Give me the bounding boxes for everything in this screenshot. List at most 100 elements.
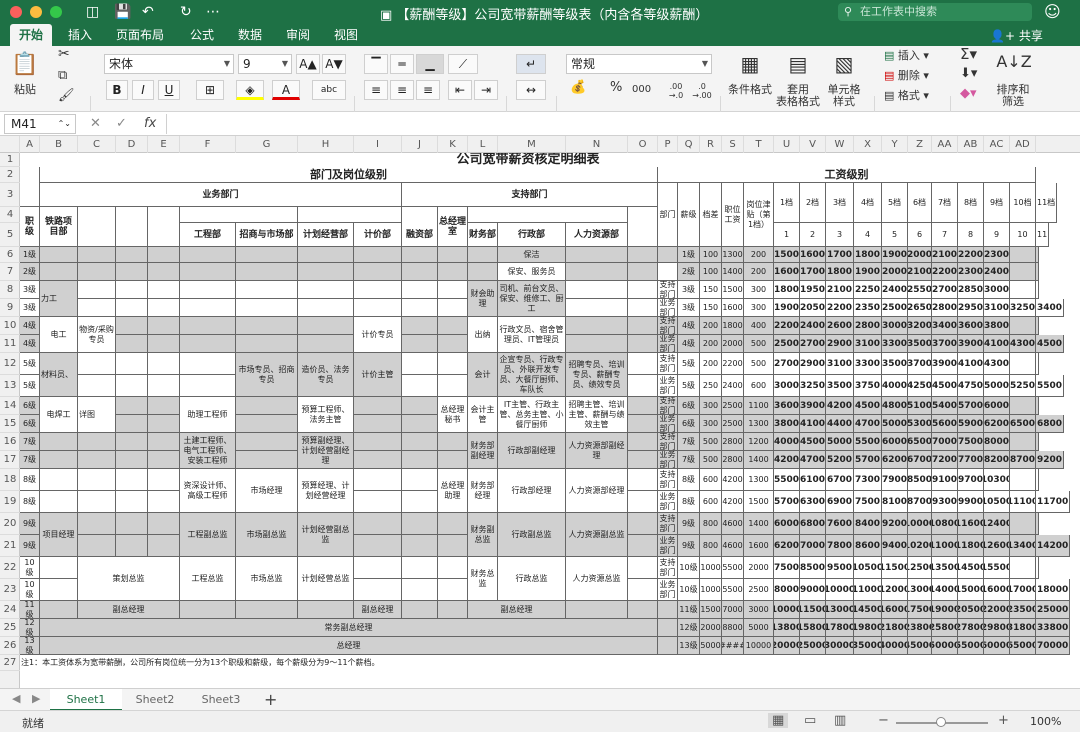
empty-cell[interactable] <box>298 207 402 223</box>
empty-cell[interactable] <box>298 263 354 281</box>
pay-cell[interactable]: 1000 <box>700 579 722 601</box>
position-cell[interactable]: 行政副总监 <box>498 513 566 557</box>
column-header[interactable]: A <box>20 136 40 153</box>
rank-cell[interactable]: 5级 <box>20 353 40 375</box>
empty-cell[interactable] <box>354 557 402 579</box>
pay-band-cell[interactable]: 4500 <box>854 397 882 415</box>
empty-cell[interactable] <box>438 353 468 375</box>
pay-band-cell[interactable]: 5700 <box>958 397 984 415</box>
position-cell[interactable]: 材料员、 <box>40 353 78 397</box>
empty-cell[interactable] <box>78 247 116 263</box>
empty-cell[interactable] <box>354 433 402 451</box>
pay-cell[interactable]: 8800 <box>722 619 744 637</box>
empty-cell[interactable] <box>354 491 402 513</box>
empty-cell[interactable] <box>468 247 498 263</box>
pay-band-cell[interactable]: 60000 <box>984 637 1010 655</box>
increase-decimal-button[interactable]: .00 →.0 <box>666 82 686 100</box>
support-dept-cell[interactable]: 支持部门 <box>658 317 678 335</box>
empty-cell[interactable] <box>40 451 78 469</box>
pay-band-cell[interactable]: 20500 <box>958 601 984 619</box>
grade-cell[interactable]: 5级 <box>678 353 700 375</box>
pay-band-cell[interactable]: 13000 <box>908 579 932 601</box>
pay-band-cell[interactable]: 2300 <box>984 247 1010 263</box>
column-header[interactable]: S <box>722 136 744 153</box>
empty-cell[interactable] <box>566 601 628 619</box>
empty-cell[interactable] <box>402 263 438 281</box>
empty-cell[interactable] <box>628 263 658 281</box>
row-header[interactable]: 20 <box>0 513 20 535</box>
position-cell[interactable]: 副总经理 <box>468 601 566 619</box>
empty-cell[interactable] <box>438 433 468 451</box>
support-dept-cell[interactable]: 支持部门 <box>658 513 678 535</box>
empty-cell[interactable] <box>468 207 628 223</box>
empty-cell[interactable] <box>148 247 180 263</box>
pay-band-cell[interactable]: 2800 <box>932 299 958 317</box>
dept-cell[interactable] <box>658 619 678 637</box>
empty-cell[interactable] <box>116 317 148 335</box>
pay-band-cell[interactable]: 14200 <box>1036 535 1071 557</box>
insert-function-button[interactable]: fx <box>144 116 156 131</box>
pay-band-cell[interactable] <box>1010 281 1036 299</box>
position-cell[interactable]: 财务总监 <box>468 557 498 601</box>
pay-cell[interactable]: 100 <box>700 263 722 281</box>
pay-band-cell[interactable]: 3100 <box>984 299 1010 317</box>
empty-cell[interactable] <box>180 335 236 353</box>
empty-cell[interactable] <box>78 207 116 247</box>
pay-band-cell[interactable]: 1800 <box>826 263 854 281</box>
empty-cell[interactable] <box>402 451 438 469</box>
pay-cell[interactable]: 500 <box>744 335 774 353</box>
close-window-button[interactable] <box>10 6 22 18</box>
pay-band-cell[interactable]: 14000 <box>932 579 958 601</box>
grade-cell[interactable]: 6级 <box>678 397 700 415</box>
phonetic-icon[interactable]: abc <box>312 80 346 100</box>
save-icon[interactable]: 💾 <box>114 3 131 21</box>
empty-cell[interactable] <box>148 317 180 335</box>
band-header[interactable]: 1档 <box>774 183 800 223</box>
position-cell[interactable]: 司机、前台文员、保安、维修工、厨工 <box>498 281 566 317</box>
empty-cell[interactable] <box>148 335 180 353</box>
pay-band-cell[interactable]: 1900 <box>854 263 882 281</box>
scissors-icon[interactable]: ✂ <box>58 47 70 61</box>
select-all-corner[interactable] <box>0 136 20 153</box>
position-cell[interactable]: 物资/采购专员 <box>78 317 116 353</box>
empty-cell[interactable] <box>148 299 180 317</box>
empty-cell[interactable] <box>78 469 116 491</box>
empty-cell[interactable] <box>40 557 78 579</box>
business-dept-cell[interactable]: 业务部门 <box>658 579 678 601</box>
band-header[interactable]: 4档 <box>854 183 882 223</box>
sheet-tab-3[interactable]: Sheet3 <box>188 689 254 711</box>
position-cell[interactable]: 预算副经理、计划经营副经理 <box>298 433 354 469</box>
column-header[interactable]: R <box>700 136 722 153</box>
pay-cell[interactable]: 1000 <box>700 557 722 579</box>
pay-band-cell[interactable]: 3500 <box>882 353 908 375</box>
sort-filter-icon[interactable]: A↓Z <box>996 52 1032 72</box>
row-header[interactable]: 15 <box>0 415 20 433</box>
empty-cell[interactable] <box>566 299 628 317</box>
empty-cell[interactable] <box>438 263 468 281</box>
pay-cell[interactable]: 600 <box>700 469 722 491</box>
prev-sheet-icon[interactable]: ◀ <box>12 692 20 705</box>
empty-cell[interactable] <box>180 247 236 263</box>
pay-band-cell[interactable]: 15000 <box>958 579 984 601</box>
cancel-icon[interactable]: ✕ <box>90 116 101 131</box>
pay-band-cell[interactable]: 9500 <box>826 557 854 579</box>
next-sheet-icon[interactable]: ▶ <box>32 692 40 705</box>
empty-cell[interactable] <box>236 247 298 263</box>
empty-cell[interactable] <box>148 375 180 397</box>
pay-band-cell[interactable] <box>1036 513 1039 535</box>
pay-band-cell[interactable]: 10500 <box>984 491 1010 513</box>
pay-band-cell[interactable]: 13000 <box>826 601 854 619</box>
position-cell[interactable]: 计价主管 <box>354 353 402 397</box>
undo-icon[interactable]: ↶ <box>142 3 154 21</box>
row-header[interactable]: 24 <box>0 601 20 619</box>
pay-band-cell[interactable]: 3700 <box>932 335 958 353</box>
empty-cell[interactable] <box>354 281 402 299</box>
empty-cell[interactable] <box>116 491 148 513</box>
rank-cell[interactable]: 6级 <box>20 397 40 415</box>
pay-band-cell[interactable]: 70000 <box>1036 637 1071 655</box>
position-cell[interactable]: 策划总监 <box>78 557 180 601</box>
pay-band-cell[interactable]: 4100 <box>984 335 1010 353</box>
row-header[interactable]: 5 <box>0 223 20 247</box>
pay-band-cell[interactable]: 2200 <box>826 299 854 317</box>
empty-cell[interactable] <box>236 433 298 451</box>
